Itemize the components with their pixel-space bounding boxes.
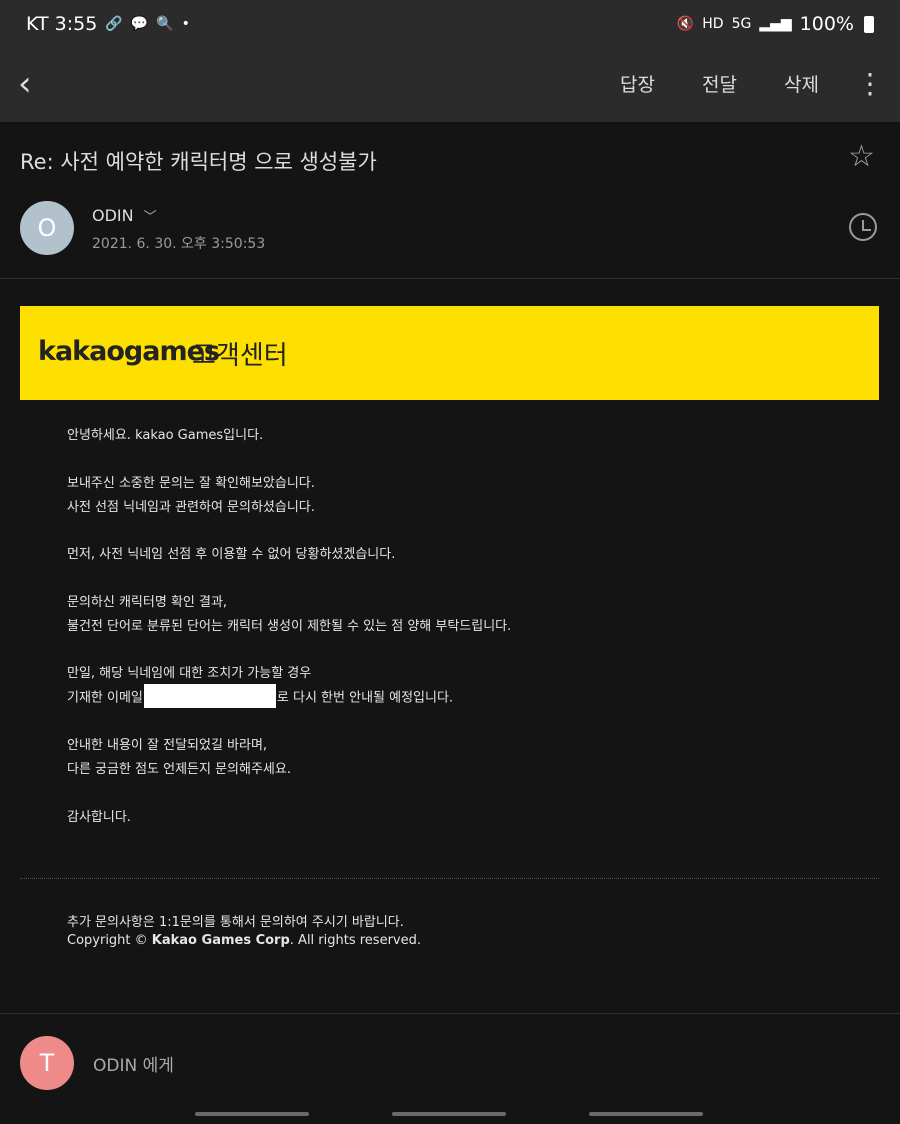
- reply-divider: [0, 1013, 900, 1014]
- body-line: 불건전 단어로 분류된 단어는 캐릭터 생성이 제한될 수 있는 점 양해 부탁…: [67, 619, 512, 634]
- reply-button[interactable]: 답장: [620, 70, 655, 97]
- status-right: 🔇 HD 5G ▂▄▆ 100%: [677, 13, 874, 35]
- body-line: 다른 궁금한 점도 언제든지 문의해주세요.: [67, 762, 291, 777]
- sender-name-row[interactable]: ODIN ﹀: [92, 206, 157, 225]
- body-line-suffix: 로 다시 한번 안내될 예정입니다.: [276, 690, 454, 706]
- more-options-icon[interactable]: ⋮: [856, 64, 884, 104]
- header-divider: [0, 278, 900, 279]
- copyright-prefix: Copyright ©: [67, 933, 152, 948]
- app-bar: ‹ 답장 전달 삭제 ⋮: [0, 50, 900, 122]
- email-date: 2021. 6. 30. 오후 3:50:53: [92, 236, 266, 252]
- status-bar: KT 3:55 🔗 💬 🔍 • 🔇 HD 5G ▂▄▆ 100%: [0, 0, 900, 50]
- hd-icon: HD: [702, 16, 724, 32]
- back-icon[interactable]: ‹: [18, 64, 48, 104]
- body-line-prefix: 기재한 이메일: [67, 690, 143, 706]
- footer-divider: [20, 878, 879, 879]
- copyright-company: Kakao Games Corp: [151, 933, 290, 948]
- forward-button[interactable]: 전달: [702, 70, 737, 97]
- chevron-down-icon[interactable]: ﹀: [144, 206, 157, 225]
- copyright: Copyright © Kakao Games Corp. All rights…: [67, 933, 421, 948]
- body-line: 보내주신 소중한 문의는 잘 확인해보았습니다.: [67, 476, 315, 491]
- nav-handle: [589, 1112, 703, 1116]
- notification-dot: •: [181, 16, 190, 32]
- body-line: 만일, 해당 닉네임에 대한 조치가 가능할 경우: [67, 666, 312, 681]
- body-line: 안녕하세요. kakao Games입니다.: [67, 428, 264, 443]
- sender-avatar: O: [20, 201, 74, 255]
- nav-handle: [392, 1112, 506, 1116]
- battery-percent: 100%: [799, 13, 854, 35]
- talk-icon: 💬: [130, 16, 149, 32]
- copyright-suffix: . All rights reserved.: [289, 933, 421, 948]
- sender-name: ODIN: [92, 206, 134, 225]
- star-icon[interactable]: ☆: [848, 140, 880, 174]
- body-line: 사전 선점 닉네임과 관련하여 문의하셨습니다.: [67, 500, 315, 515]
- nav-handle: [195, 1112, 309, 1116]
- kakaogames-banner: kakaogames 고객센터: [20, 306, 879, 400]
- body-line: 문의하신 캐릭터명 확인 결과,: [67, 595, 228, 610]
- body-line: 먼저, 사전 닉네임 선점 후 이용할 수 없어 당황하셨겠습니다.: [67, 547, 396, 562]
- reply-recipient[interactable]: ODIN 에게: [93, 1051, 174, 1076]
- delete-button[interactable]: 삭제: [784, 70, 819, 97]
- battery-icon: [864, 15, 874, 33]
- body-line: 안내한 내용이 잘 전달되었길 바라며,: [67, 738, 268, 753]
- carrier-time: KT 3:55: [26, 13, 98, 35]
- body-line: 감사합니다.: [67, 810, 131, 825]
- 5g-icon: 5G: [731, 16, 752, 32]
- body-line-email: 기재한 이메일 로 다시 한번 안내될 예정입니다.: [67, 684, 454, 710]
- clock-icon[interactable]: [849, 213, 877, 241]
- reply-avatar: T: [20, 1036, 74, 1090]
- status-left: KT 3:55 🔗 💬 🔍 •: [26, 13, 190, 35]
- mute-icon: 🔇: [676, 16, 695, 32]
- footer-note: 추가 문의사항은 1:1문의를 통해서 문의하여 주시기 바랍니다.: [67, 915, 404, 930]
- signal-icon: ▂▄▆: [759, 16, 792, 32]
- brand-subtitle: 고객센터: [192, 341, 288, 371]
- gallery-search-icon: 🔍: [156, 16, 174, 32]
- email-subject: Re: 사전 예약한 캐릭터명 으로 생성불가: [20, 150, 377, 174]
- link-icon: 🔗: [105, 16, 123, 32]
- redacted-email: [143, 684, 276, 708]
